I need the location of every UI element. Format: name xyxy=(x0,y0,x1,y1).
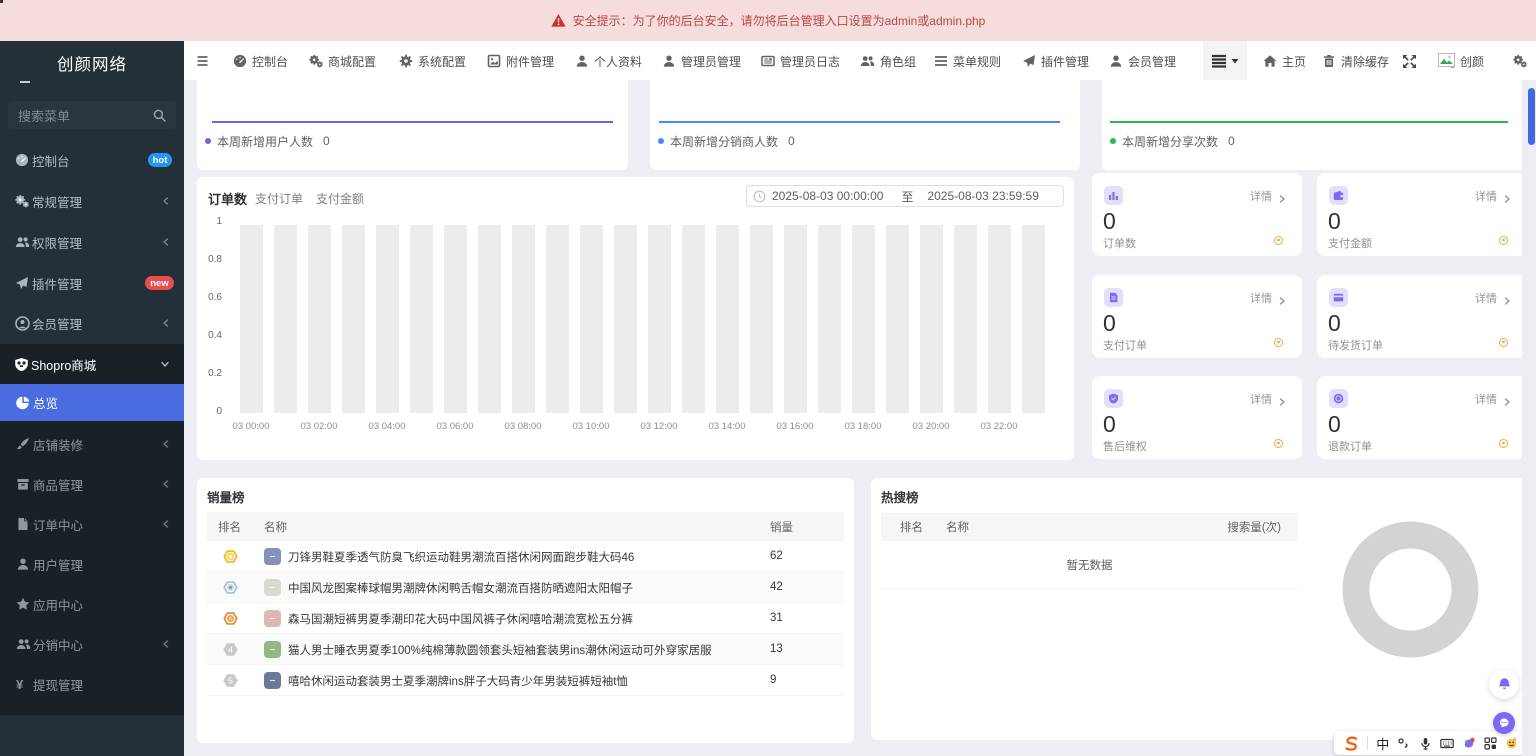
svg-text:4: 4 xyxy=(228,645,233,655)
svg-text:5: 5 xyxy=(228,676,233,686)
